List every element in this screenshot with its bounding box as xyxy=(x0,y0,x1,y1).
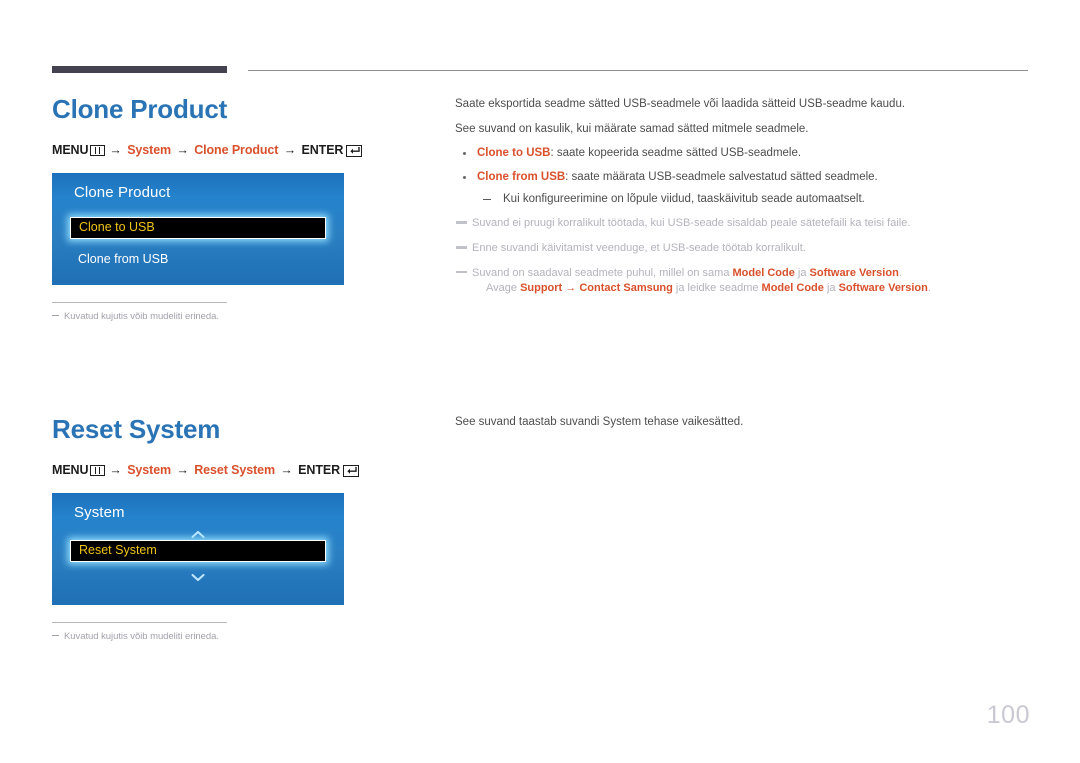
enter-label: ENTER xyxy=(298,462,341,477)
gray-note-text: Suvand ei pruugi korralikult töötada, ku… xyxy=(472,217,911,230)
image-disclaimer-text: Kuvatud kujutis võib mudeliti erineda. xyxy=(64,310,219,322)
gray-dash-icon xyxy=(456,221,467,224)
gray-note-part: ja xyxy=(794,266,810,279)
image-disclaimer-note: Kuvatud kujutis võib mudeliti erineda. xyxy=(52,631,432,642)
breadcrumb-step-system[interactable]: System xyxy=(127,143,171,157)
breadcrumb-reset-system: MENU → System → Reset System → ENTER xyxy=(52,463,432,477)
gray-note-part: Avage xyxy=(486,281,521,294)
gray-note-part: Suvand on saadaval seadmete puhul, mille… xyxy=(472,266,733,279)
gray-note-part: ja leidke seadme xyxy=(672,281,762,294)
bullet-term: Clone to USB xyxy=(477,147,551,160)
gray-note-term: Model Code xyxy=(732,266,795,279)
image-disclaimer-text: Kuvatud kujutis võib mudeliti erineda. xyxy=(64,630,219,642)
breadcrumb-step-clone-product[interactable]: Clone Product xyxy=(194,143,278,157)
menu-label: MENU xyxy=(52,462,89,477)
osd-row-reset-system[interactable]: Reset System xyxy=(70,539,326,562)
image-disclaimer-note: Kuvatud kujutis võib mudeliti erineda. xyxy=(52,311,432,322)
breadcrumb-arrow-3: → xyxy=(280,462,293,477)
note-dash-icon xyxy=(52,314,59,316)
enter-return-icon xyxy=(346,144,363,157)
page-number: 100 xyxy=(986,701,1030,729)
gray-note-line2: Avage Support → Contact Samsung ja leidk… xyxy=(472,281,1035,296)
osd-row-clone-from-usb[interactable]: Clone from USB xyxy=(70,249,326,269)
gray-note-term: Support xyxy=(520,281,563,294)
bullet-text: : saate kopeerida seadme sätted USB-sead… xyxy=(550,147,802,160)
gray-note-part: . xyxy=(927,281,931,294)
left-column: Clone Product MENU → System → Clone Produ… xyxy=(52,94,432,642)
sub-list-item: Kui konfigureerimine on lõpule viidud, t… xyxy=(477,193,1035,206)
gray-dash-icon xyxy=(456,270,467,274)
breadcrumb-step-system[interactable]: System xyxy=(127,463,171,477)
breadcrumb-arrow-1: → xyxy=(109,142,122,157)
section-clone-product: Clone Product MENU → System → Clone Produ… xyxy=(52,94,432,322)
header-rule-thick xyxy=(52,66,227,73)
body-reset-system: See suvand taastab suvandi System tehase… xyxy=(455,416,1035,441)
osd-title: Clone Product xyxy=(74,183,171,201)
header-rule-thin xyxy=(248,70,1028,71)
gray-note-text: Enne suvandi käivitamist veenduge, et US… xyxy=(472,242,806,255)
breadcrumb-step-reset-system[interactable]: Reset System xyxy=(194,463,275,477)
bullet-list: Clone to USB: saate kopeerida seadme sät… xyxy=(455,147,1035,205)
gray-note-term: Software Version xyxy=(838,281,928,294)
header-rule xyxy=(52,66,1028,74)
gray-note-arrow: → xyxy=(562,281,580,294)
breadcrumb-arrow-1: → xyxy=(109,462,122,477)
bullet-term: Clone from USB xyxy=(477,170,566,183)
gray-dash-icon xyxy=(456,246,467,249)
page-title-reset-system: Reset System xyxy=(52,413,221,444)
page-title-clone-product: Clone Product xyxy=(52,94,228,124)
osd-row-clone-to-usb[interactable]: Clone to USB xyxy=(70,216,326,239)
breadcrumb-clone-product: MENU → System → Clone Product → ENTER xyxy=(52,143,432,157)
breadcrumb-arrow-2: → xyxy=(176,142,189,157)
list-item: Clone to USB: saate kopeerida seadme sät… xyxy=(455,147,1035,160)
chevron-down-icon[interactable] xyxy=(191,569,205,581)
enter-return-icon xyxy=(343,464,360,477)
bullet-text: : saate määrata USB-seadmele salvestatud… xyxy=(565,170,878,183)
body-clone-product: Saate eksportida seadme sätted USB-seadm… xyxy=(455,98,1035,296)
list-item: Clone from USB: saate määrata USB-seadme… xyxy=(455,171,1035,205)
bullet-dot-icon xyxy=(463,152,466,156)
menu-grid-icon xyxy=(90,144,106,156)
note-divider xyxy=(52,301,227,303)
gray-note-part: ja xyxy=(823,281,839,294)
gray-note: Enne suvandi käivitamist veenduge, et US… xyxy=(455,241,1035,256)
gray-note-model-code: Suvand on saadaval seadmete puhul, mille… xyxy=(455,266,1035,296)
gray-note-part: . xyxy=(898,266,902,279)
sub-list-text: Kui konfigureerimine on lõpule viidud, t… xyxy=(503,192,865,205)
sub-dash-icon xyxy=(483,198,491,200)
bullet-dot-icon xyxy=(463,175,466,179)
manual-page: Clone Product MENU → System → Clone Produ… xyxy=(0,0,1080,763)
menu-grid-icon xyxy=(90,464,106,476)
note-divider xyxy=(52,621,227,623)
paragraph: See suvand taastab suvandi System tehase… xyxy=(455,416,744,428)
paragraph: See suvand on kasulik, kui määrate samad… xyxy=(455,122,809,135)
chevron-up-icon[interactable] xyxy=(191,526,205,538)
paragraph: Saate eksportida seadme sätted USB-seadm… xyxy=(455,98,906,110)
osd-panel-clone-product: Clone Product Clone to USB Clone from US… xyxy=(52,172,344,285)
gray-note-term: Contact Samsung xyxy=(579,281,673,294)
enter-label: ENTER xyxy=(301,142,344,157)
breadcrumb-arrow-3: → xyxy=(283,142,297,157)
osd-panel-system: System Reset System xyxy=(52,492,344,605)
breadcrumb-arrow-2: → xyxy=(176,462,189,477)
section-reset-system: Reset System MENU → System → Reset System… xyxy=(52,413,432,642)
note-dash-icon xyxy=(52,634,59,636)
gray-note: Suvand ei pruugi korralikult töötada, ku… xyxy=(455,216,1035,231)
gray-note-term: Software Version xyxy=(809,266,899,279)
osd-title: System xyxy=(74,503,125,521)
menu-label: MENU xyxy=(52,142,89,157)
gray-note-term: Model Code xyxy=(761,281,824,294)
